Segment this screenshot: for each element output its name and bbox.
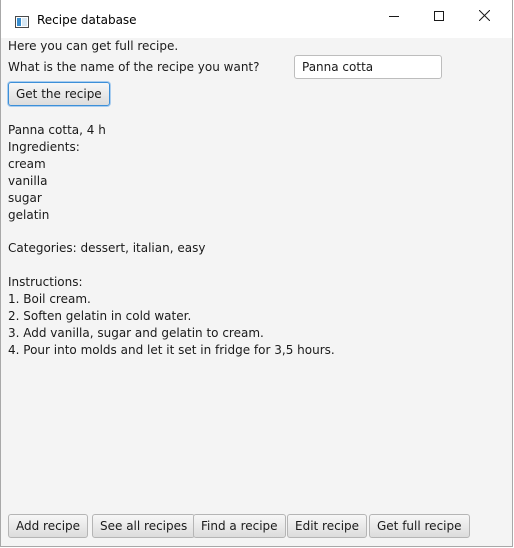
recipe-name-input[interactable] (294, 55, 442, 79)
app-window: Recipe database Here you can get full re… (0, 0, 513, 547)
close-icon (478, 6, 490, 25)
get-recipe-button[interactable]: Get the recipe (8, 82, 110, 106)
see-all-recipes-button[interactable]: See all recipes (92, 514, 196, 538)
recipe-name-question: What is the name of the recipe you want? (8, 60, 260, 74)
get-full-recipe-button[interactable]: Get full recipe (369, 514, 470, 538)
title-bar[interactable]: Recipe database (1, 0, 512, 38)
close-button[interactable] (461, 0, 507, 30)
content-area: Here you can get full recipe. What is th… (1, 38, 512, 546)
java-app-icon (15, 13, 29, 28)
add-recipe-button[interactable]: Add recipe (8, 514, 89, 538)
maximize-icon (434, 6, 444, 25)
find-recipe-button[interactable]: Find a recipe (193, 514, 286, 538)
edit-recipe-button[interactable]: Edit recipe (287, 514, 368, 538)
window-title: Recipe database (37, 13, 137, 27)
recipe-output-text: Panna cotta, 4 h Ingredients: cream vani… (8, 123, 335, 357)
intro-text: Here you can get full recipe. (8, 39, 179, 53)
minimize-button[interactable] (371, 0, 417, 30)
minimize-icon (389, 6, 399, 25)
maximize-button[interactable] (416, 0, 462, 30)
